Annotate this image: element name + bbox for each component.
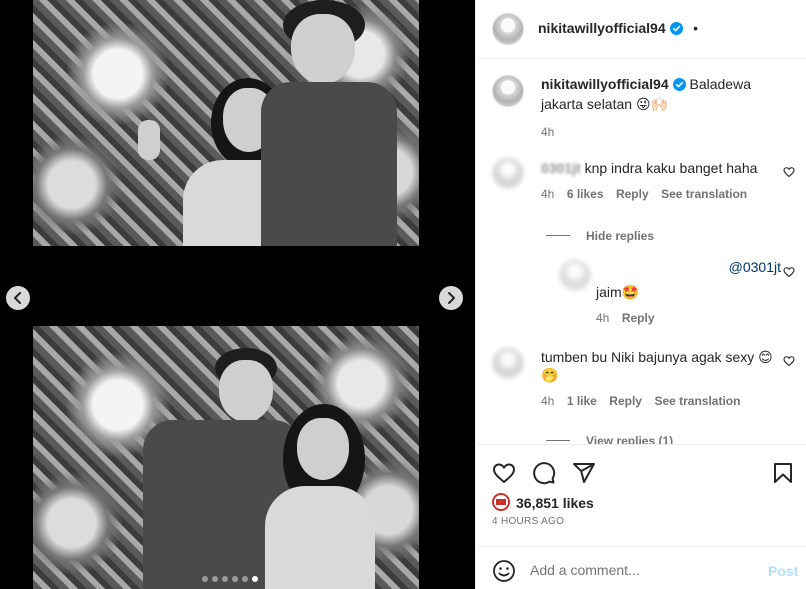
like-comment-heart-icon[interactable] [783,166,795,178]
previous-slide-button[interactable] [6,286,30,310]
next-slide-button[interactable] [439,286,463,310]
chevron-left-icon [14,292,21,304]
liked-by-logo [496,499,506,505]
comment-item: tumben bu Niki bajunya agak sexy 😊🤭 4h 1… [541,348,776,444]
man-shirt [261,82,397,246]
share-paper-plane-icon[interactable] [572,461,596,485]
see-translation-button[interactable]: See translation [654,394,740,408]
hide-replies-button[interactable]: Hide replies [586,229,654,243]
verified-badge-icon [669,22,683,40]
view-replies-button[interactable]: View replies (1) [586,434,673,444]
liked-by-avatar[interactable] [492,493,510,511]
man-face [291,14,355,84]
comment-likes[interactable]: 1 like [567,394,597,408]
comment-avatar[interactable] [492,347,524,379]
peace-sign-hand [138,120,160,160]
thread-line [546,235,570,237]
comment-item: 0301jt knp indra kaku banget haha 4h 6 l… [541,159,776,245]
comment-text: tumben bu Niki bajunya agak sexy 😊🤭 [541,349,773,383]
like-comment-heart-icon[interactable] [783,266,795,278]
reply-item: @0301jt jaim🤩 4h Reply [596,259,781,327]
carousel-dot[interactable] [222,576,228,582]
post-actions: 36,851 likes 4 HOURS AGO [476,444,806,546]
see-translation-button[interactable]: See translation [661,187,747,201]
comments-list: nikitawillyofficial94 Baladewa jakarta s… [476,59,806,444]
reply-avatar[interactable] [559,259,591,291]
reply-time: 4h [596,311,610,325]
carousel-dot[interactable] [242,576,248,582]
post-comment-button[interactable]: Post [768,563,798,579]
carousel-indicator [202,576,258,582]
post-details-panel: nikitawillyofficial94 • nikitawillyoffic… [475,0,806,589]
reply-text: jaim🤩 [596,284,640,300]
comment-avatar[interactable] [492,157,524,189]
comment-input[interactable] [530,559,750,581]
emoji-smiley-icon[interactable] [492,559,516,583]
caption-time: 4h [541,125,555,139]
comment-text: knp indra kaku banget haha [584,160,758,176]
likes-count[interactable]: 36,851 likes [516,495,594,511]
post-media [0,0,475,589]
carousel-dot[interactable] [252,576,258,582]
chevron-right-icon [448,292,455,304]
comment-username[interactable]: 0301jt [541,160,581,176]
author-avatar[interactable] [492,13,524,45]
thread-line [546,440,570,442]
comment-composer: Post [476,546,806,589]
caption-username[interactable]: nikitawillyofficial94 [541,76,669,92]
woman-face [297,418,349,480]
reply-mention[interactable]: @0301jt [729,259,781,275]
reply-button[interactable]: Reply [616,187,649,201]
verified-badge-icon [672,77,686,95]
author-username[interactable]: nikitawillyofficial94 [538,20,666,36]
post-timestamp[interactable]: 4 HOURS AGO [492,516,564,527]
photo-strip-top [33,0,419,246]
reply-button[interactable]: Reply [609,394,642,408]
post-header: nikitawillyofficial94 • [476,0,806,59]
like-comment-heart-icon[interactable] [783,355,795,367]
man-face [219,360,273,422]
carousel-dot[interactable] [202,576,208,582]
save-bookmark-icon[interactable] [771,461,795,485]
comment-time: 4h [541,187,555,201]
photo-strip-bottom [33,326,419,589]
carousel-dot[interactable] [212,576,218,582]
comment-bubble-icon[interactable] [532,461,556,485]
carousel-dot[interactable] [232,576,238,582]
caption-author-avatar[interactable] [492,75,524,107]
comment-likes[interactable]: 6 likes [567,187,604,201]
like-heart-icon[interactable] [492,461,516,485]
dot-separator: • [693,20,698,36]
woman-dress [265,486,375,589]
comment-time: 4h [541,394,555,408]
caption: nikitawillyofficial94 Baladewa jakarta s… [541,75,791,139]
reply-button[interactable]: Reply [622,311,655,325]
